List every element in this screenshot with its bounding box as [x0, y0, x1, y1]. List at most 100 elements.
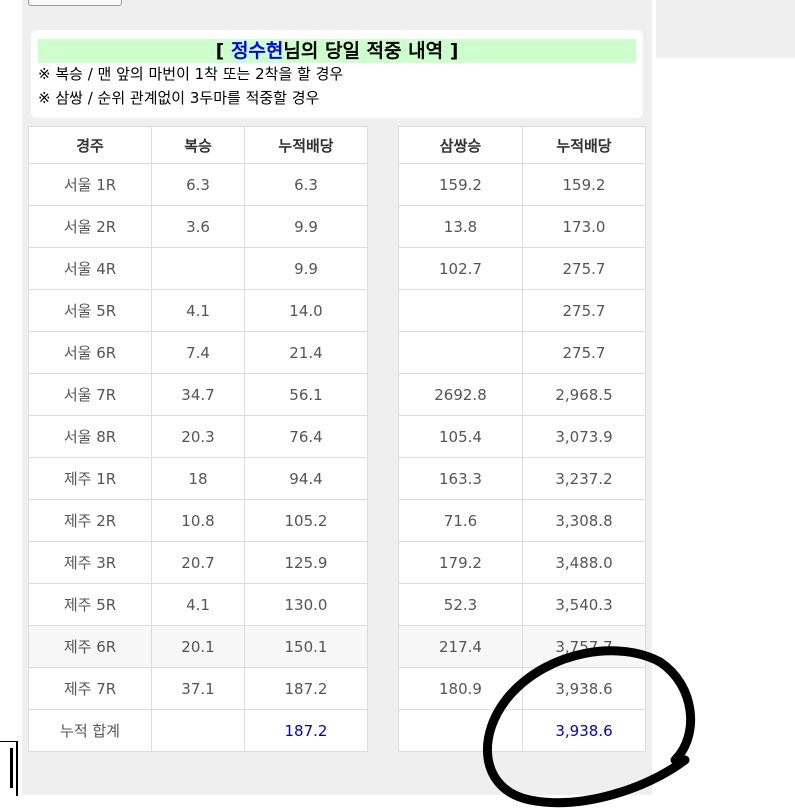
table-row: 2692.8 2,968.5: [398, 373, 646, 416]
cumulative-cell: 275.7: [522, 289, 646, 332]
table-row: 서울 2R 3.6 9.9: [28, 205, 368, 248]
top-button[interactable]: [28, 0, 122, 6]
race-cell: 제주 6R: [28, 625, 152, 668]
cumulative-cell: 76.4: [244, 415, 368, 458]
cumulative-cell: 3,938.6: [522, 667, 646, 710]
bokseung-cell: 34.7: [151, 373, 245, 416]
table-row: 서울 6R 7.4 21.4: [28, 331, 368, 374]
header-cumulative: 누적배당: [244, 126, 368, 164]
total-cumulative-cell: 187.2: [244, 709, 368, 752]
table-row: 서울 5R 4.1 14.0: [28, 289, 368, 332]
samssang-cell: 52.3: [398, 583, 523, 626]
header-samssang: 삼쌍승: [398, 126, 523, 164]
table-row: 102.7 275.7: [398, 247, 646, 290]
header-cumulative: 누적배당: [522, 126, 646, 164]
cumulative-cell: 173.0: [522, 205, 646, 248]
race-cell: 서울 1R: [28, 163, 152, 206]
right-strip: [656, 0, 795, 58]
header-bokseung: 복승: [151, 126, 245, 164]
table-row: 제주 5R 4.1 130.0: [28, 583, 368, 626]
table-row: 105.4 3,073.9: [398, 415, 646, 458]
bokseung-cell: 18: [151, 457, 245, 500]
note-bokseung: ※ 복승 / 맨 앞의 마번이 1착 또는 2착을 할 경우: [38, 65, 344, 83]
bokseung-cell: 20.1: [151, 625, 245, 668]
samssang-cell: 71.6: [398, 499, 523, 542]
samssang-cell: 102.7: [398, 247, 523, 290]
bokseung-cell: 4.1: [151, 583, 245, 626]
bokseung-cell: 7.4: [151, 331, 245, 374]
note-samssang: ※ 삼쌍 / 순위 관계없이 3두마를 적중할 경우: [38, 89, 320, 107]
table-row: 서울 4R 9.9: [28, 247, 368, 290]
cumulative-cell: 6.3: [244, 163, 368, 206]
cumulative-cell: 275.7: [522, 247, 646, 290]
table-row: 제주 1R 18 94.4: [28, 457, 368, 500]
bokseung-cell: 37.1: [151, 667, 245, 710]
cumulative-cell: 3,757.7: [522, 625, 646, 668]
samssang-cell: 105.4: [398, 415, 523, 458]
table-row: 13.8 173.0: [398, 205, 646, 248]
bokseung-cell: 20.3: [151, 415, 245, 458]
cumulative-cell: 105.2: [244, 499, 368, 542]
page-title: [ 정수현님의 당일 적중 내역 ]: [38, 39, 636, 63]
cumulative-cell: 3,237.2: [522, 457, 646, 500]
table-row: 163.3 3,237.2: [398, 457, 646, 500]
race-cell: 제주 3R: [28, 541, 152, 584]
cumulative-cell: 159.2: [522, 163, 646, 206]
race-cell: 서울 4R: [28, 247, 152, 290]
total-samssang-cell: [398, 709, 523, 752]
samssang-cell: 179.2: [398, 541, 523, 584]
samssang-cell: [398, 289, 523, 332]
bokseung-cell: 10.8: [151, 499, 245, 542]
samssang-table: 삼쌍승 누적배당 159.2 159.2 13.8 173.0 102.7 275.7 27…: [398, 126, 646, 752]
table-row: 제주 3R 20.7 125.9: [28, 541, 368, 584]
samssang-cell: 163.3: [398, 457, 523, 500]
table-row: 제주 6R 20.1 150.1: [28, 625, 368, 668]
table-header-row: 삼쌍승 누적배당: [398, 126, 646, 164]
samssang-cell: 217.4: [398, 625, 523, 668]
total-cumulative-cell: 3,938.6: [522, 709, 646, 752]
info-box: [ 정수현님의 당일 적중 내역 ] ※ 복승 / 맨 앞의 마번이 1착 또는…: [31, 30, 643, 118]
left-edge-widget: [0, 741, 18, 796]
cumulative-cell: 3,308.8: [522, 499, 646, 542]
table-row: 서울 8R 20.3 76.4: [28, 415, 368, 458]
user-name: 정수현: [230, 40, 284, 62]
cumulative-cell: 9.9: [244, 247, 368, 290]
page: [ 정수현님의 당일 적중 내역 ] ※ 복승 / 맨 앞의 마번이 1착 또는…: [0, 0, 795, 808]
samssang-cell: 2692.8: [398, 373, 523, 416]
header-race: 경주: [28, 126, 152, 164]
cumulative-cell: 56.1: [244, 373, 368, 416]
bokseung-cell: 6.3: [151, 163, 245, 206]
bokseung-cell: 20.7: [151, 541, 245, 584]
samssang-cell: [398, 331, 523, 374]
race-cell: 제주 7R: [28, 667, 152, 710]
race-cell: 서울 8R: [28, 415, 152, 458]
total-bokseung-cell: [151, 709, 245, 752]
total-row: 누적 합계 187.2: [28, 709, 368, 752]
bokseung-cell: 4.1: [151, 289, 245, 332]
samssang-cell: 159.2: [398, 163, 523, 206]
left-edge-bar: [10, 748, 13, 788]
table-row: 180.9 3,938.6: [398, 667, 646, 710]
cumulative-cell: 21.4: [244, 331, 368, 374]
cumulative-cell: 130.0: [244, 583, 368, 626]
table-row: 275.7: [398, 289, 646, 332]
race-cell: 제주 5R: [28, 583, 152, 626]
total-row: 3,938.6: [398, 709, 646, 752]
samssang-cell: 180.9: [398, 667, 523, 710]
table-row: 217.4 3,757.7: [398, 625, 646, 668]
cumulative-cell: 3,488.0: [522, 541, 646, 584]
table-header-row: 경주 복승 누적배당: [28, 126, 368, 164]
cumulative-cell: 94.4: [244, 457, 368, 500]
left-margin: [0, 0, 22, 808]
cumulative-cell: 2,968.5: [522, 373, 646, 416]
table-row: 179.2 3,488.0: [398, 541, 646, 584]
bokseung-cell: 3.6: [151, 205, 245, 248]
race-cell: 서울 7R: [28, 373, 152, 416]
race-cell: 제주 1R: [28, 457, 152, 500]
table-row: 서울 1R 6.3 6.3: [28, 163, 368, 206]
race-cell: 서울 6R: [28, 331, 152, 374]
table-row: 159.2 159.2: [398, 163, 646, 206]
cumulative-cell: 125.9: [244, 541, 368, 584]
table-row: 제주 2R 10.8 105.2: [28, 499, 368, 542]
cumulative-cell: 3,073.9: [522, 415, 646, 458]
